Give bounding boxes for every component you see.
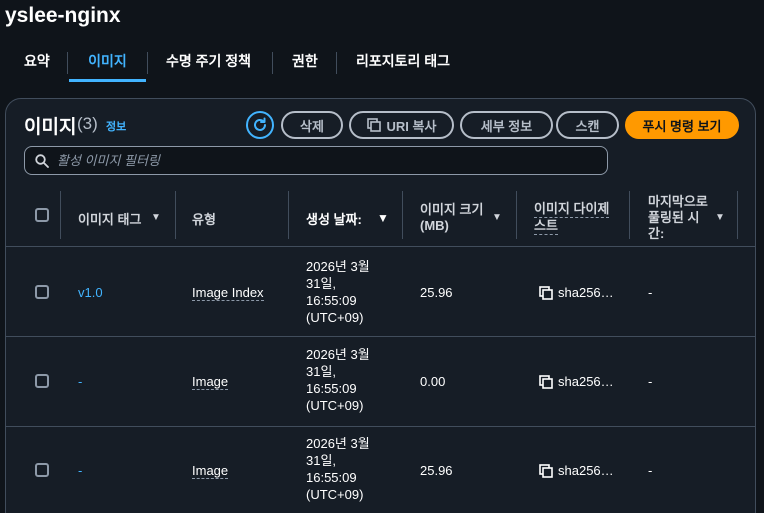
row-checkbox[interactable] xyxy=(35,285,49,299)
size-header-line2: (MB) xyxy=(420,218,449,233)
date-line: 31일, xyxy=(306,364,337,379)
date-line: 16:55:09 xyxy=(306,293,357,308)
last-pulled: - xyxy=(648,374,653,389)
images-panel: 이미지 (3) 정보 삭제 URI 복사 세부 정보 스캔 푸시 명령 보기 이… xyxy=(5,98,756,513)
pulled-header-line3: 간: xyxy=(648,226,665,241)
copy-icon xyxy=(366,118,381,132)
column-divider xyxy=(60,191,61,239)
date-line: 2026년 3월 xyxy=(306,347,370,362)
image-tag-link[interactable]: - xyxy=(78,463,82,478)
column-header-created[interactable]: 생성 날짜: xyxy=(306,189,362,247)
row-checkbox[interactable] xyxy=(35,374,49,388)
image-size: 25.96 xyxy=(420,463,453,478)
image-type: Image xyxy=(192,463,229,479)
info-link[interactable]: 정보 xyxy=(106,118,126,134)
column-header-tag[interactable]: 이미지 태그 xyxy=(78,189,141,247)
table-row: - Image 2026년 3월 31일, 16:55:09 (UTC+09) … xyxy=(6,338,755,427)
tab-divider xyxy=(272,52,273,74)
image-tag-link[interactable]: v1.0 xyxy=(78,285,103,300)
copy-icon[interactable] xyxy=(539,286,553,300)
last-pulled: - xyxy=(648,463,653,478)
select-all-checkbox[interactable] xyxy=(35,208,49,222)
date-line: 31일, xyxy=(306,453,337,468)
created-date: 2026년 3월 31일, 16:55:09 (UTC+09) xyxy=(306,258,370,326)
column-header-last-pulled[interactable]: 마지막으로 풀링된 시 간: xyxy=(648,189,708,247)
table-row: v1.0 Image Index 2026년 3월 31일, 16:55:09 … xyxy=(6,248,755,337)
table-row: - Image 2026년 3월 31일, 16:55:09 (UTC+09) … xyxy=(6,427,755,513)
image-digest: sha256… xyxy=(558,463,614,478)
date-line: 31일, xyxy=(306,276,337,291)
created-date: 2026년 3월 31일, 16:55:09 (UTC+09) xyxy=(306,346,370,414)
column-divider xyxy=(516,191,517,239)
image-type: Image xyxy=(192,374,229,390)
column-divider xyxy=(629,191,630,239)
pulled-header-line2: 풀링된 시 xyxy=(648,210,700,225)
search-icon xyxy=(35,154,49,168)
column-divider xyxy=(175,191,176,239)
tab-divider xyxy=(147,52,148,74)
copy-icon[interactable] xyxy=(539,375,553,389)
pulled-header-line1: 마지막으로 xyxy=(648,194,708,209)
date-line: 16:55:09 xyxy=(306,470,357,485)
image-digest: sha256… xyxy=(558,374,614,389)
tab-lifecycle-policy[interactable]: 수명 주기 정책 xyxy=(162,40,255,82)
image-tag-link[interactable]: - xyxy=(78,374,82,389)
repository-title: yslee-nginx xyxy=(5,4,121,27)
date-line: (UTC+09) xyxy=(306,487,364,502)
details-button[interactable]: 세부 정보 xyxy=(460,111,553,139)
column-header-digest[interactable]: 이미지 다이제 스트 xyxy=(534,189,610,247)
repository-tabs: 요약 이미지 수명 주기 정책 권한 리포지토리 태그 xyxy=(0,40,764,84)
date-line: 2026년 3월 xyxy=(306,436,370,451)
search-input[interactable] xyxy=(57,147,597,174)
column-header-type[interactable]: 유형 xyxy=(192,189,216,247)
panel-title: 이미지 xyxy=(24,117,77,138)
table-header: 이미지 태그 ▼ 유형 생성 날짜: ▼ 이미지 크기 (MB) ▼ 이미지 다… xyxy=(6,189,755,247)
copy-uri-button[interactable]: URI 복사 xyxy=(349,111,454,139)
image-digest: sha256… xyxy=(558,285,614,300)
size-header-line1: 이미지 크기 xyxy=(420,202,484,217)
sort-descending-icon[interactable]: ▼ xyxy=(377,211,389,225)
digest-header-line2: 스트 xyxy=(534,218,558,235)
tab-repository-tags[interactable]: 리포지토리 태그 xyxy=(352,40,454,82)
refresh-icon xyxy=(254,117,266,131)
last-pulled: - xyxy=(648,285,653,300)
delete-button[interactable]: 삭제 xyxy=(281,111,343,139)
column-divider xyxy=(737,191,738,239)
view-push-commands-button[interactable]: 푸시 명령 보기 xyxy=(625,111,739,139)
date-line: (UTC+09) xyxy=(306,398,364,413)
copy-uri-label: URI 복사 xyxy=(386,118,437,134)
copy-icon[interactable] xyxy=(539,464,553,478)
sort-caret-icon[interactable]: ▼ xyxy=(492,212,502,223)
tab-divider xyxy=(67,52,68,74)
image-size: 0.00 xyxy=(420,374,446,389)
tab-images[interactable]: 이미지 xyxy=(69,40,146,82)
row-checkbox[interactable] xyxy=(35,463,49,477)
image-size: 25.96 xyxy=(420,285,453,300)
column-divider xyxy=(288,191,289,239)
digest-header-line1: 이미지 다이제 xyxy=(534,201,610,218)
image-filter-search xyxy=(24,146,608,175)
tab-divider xyxy=(336,52,337,74)
created-date: 2026년 3월 31일, 16:55:09 (UTC+09) xyxy=(306,435,370,503)
column-header-size[interactable]: 이미지 크기 (MB) xyxy=(420,189,483,247)
scan-button[interactable]: 스캔 xyxy=(556,111,619,139)
tab-summary[interactable]: 요약 xyxy=(20,40,54,82)
tab-permissions[interactable]: 권한 xyxy=(288,40,322,82)
date-line: 2026년 3월 xyxy=(306,259,370,274)
refresh-button[interactable] xyxy=(246,111,274,139)
date-line: (UTC+09) xyxy=(306,310,364,325)
column-divider xyxy=(402,191,403,239)
sort-caret-icon[interactable]: ▼ xyxy=(715,212,725,223)
image-count: (3) xyxy=(77,114,98,133)
sort-caret-icon[interactable]: ▼ xyxy=(151,212,161,223)
image-type: Image Index xyxy=(192,285,264,301)
date-line: 16:55:09 xyxy=(306,381,357,396)
